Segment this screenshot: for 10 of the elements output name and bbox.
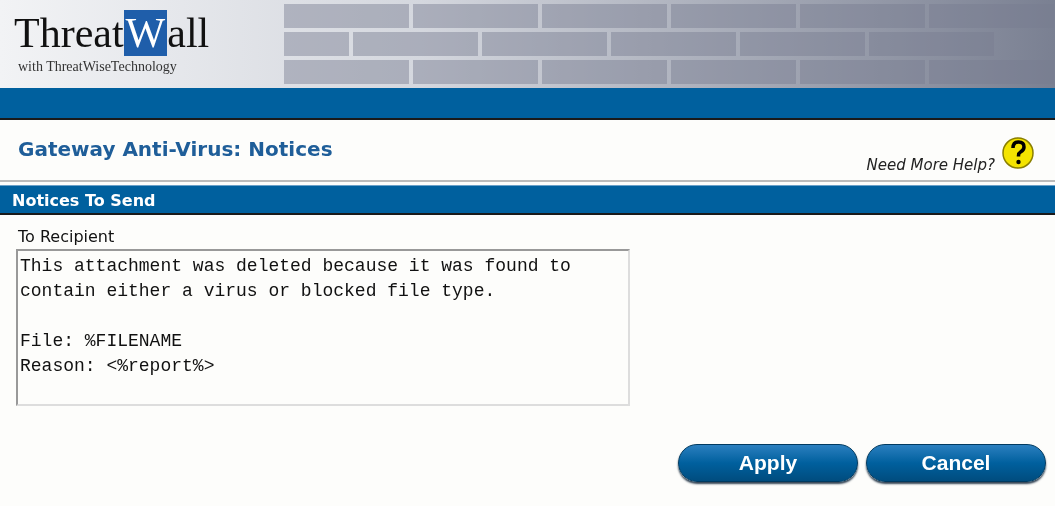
logo-tagline: with ThreatWiseTechnology	[18, 59, 177, 75]
section-header: Notices To Send	[0, 185, 1055, 215]
help-icon[interactable]	[1001, 136, 1035, 170]
logo-wordmark: ThreatWall	[14, 10, 210, 56]
page-title: Gateway Anti-Virus: Notices	[18, 137, 334, 161]
help-link[interactable]: Need More Help?	[866, 156, 995, 174]
field-label: To Recipient	[18, 227, 116, 248]
message-textarea[interactable]: This attachment was deleted because it was found to contain either a virus or blocked file type. File: %FILENAME Reason: <%report%>	[16, 249, 630, 406]
action-button[interactable]: Apply	[678, 444, 858, 482]
action-button[interactable]: Cancel	[866, 444, 1046, 482]
